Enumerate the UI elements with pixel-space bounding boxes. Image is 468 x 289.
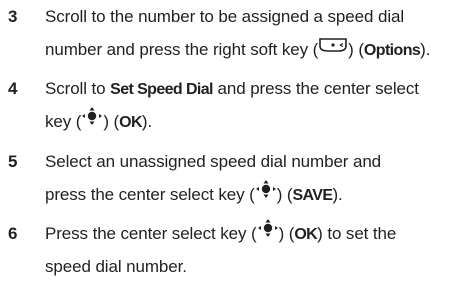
step-line: Press the center select key () (OK) to s… — [45, 217, 465, 250]
step-number: 6 — [8, 224, 18, 243]
center-select-key-icon — [255, 177, 277, 210]
step-number: 4 — [8, 79, 18, 98]
center-select-key-icon — [257, 216, 279, 249]
step-line: Select an unassigned speed dial number a… — [45, 152, 382, 171]
step-line: Scroll to Set Speed Dial and press the c… — [45, 79, 419, 98]
step-line: key () (OK). — [45, 105, 465, 138]
step-line: press the center select key () (SAVE). — [45, 178, 465, 211]
step-text: Scroll to the number to be assigned a sp… — [45, 0, 465, 66]
step-text: Select an unassigned speed dial number a… — [45, 145, 465, 211]
step-number: 5 — [8, 152, 18, 171]
step-line: number and press the right soft key () (… — [45, 33, 465, 66]
center-select-key-icon — [81, 104, 103, 137]
step-number: 3 — [8, 7, 18, 26]
step-line: Scroll to the number to be assigned a sp… — [45, 7, 405, 26]
right-soft-key-icon — [318, 32, 348, 65]
step-line: speed dial number. — [45, 257, 187, 276]
step-text: Press the center select key () (OK) to s… — [45, 217, 465, 283]
step-text: Scroll to Set Speed Dial and press the c… — [45, 72, 465, 138]
